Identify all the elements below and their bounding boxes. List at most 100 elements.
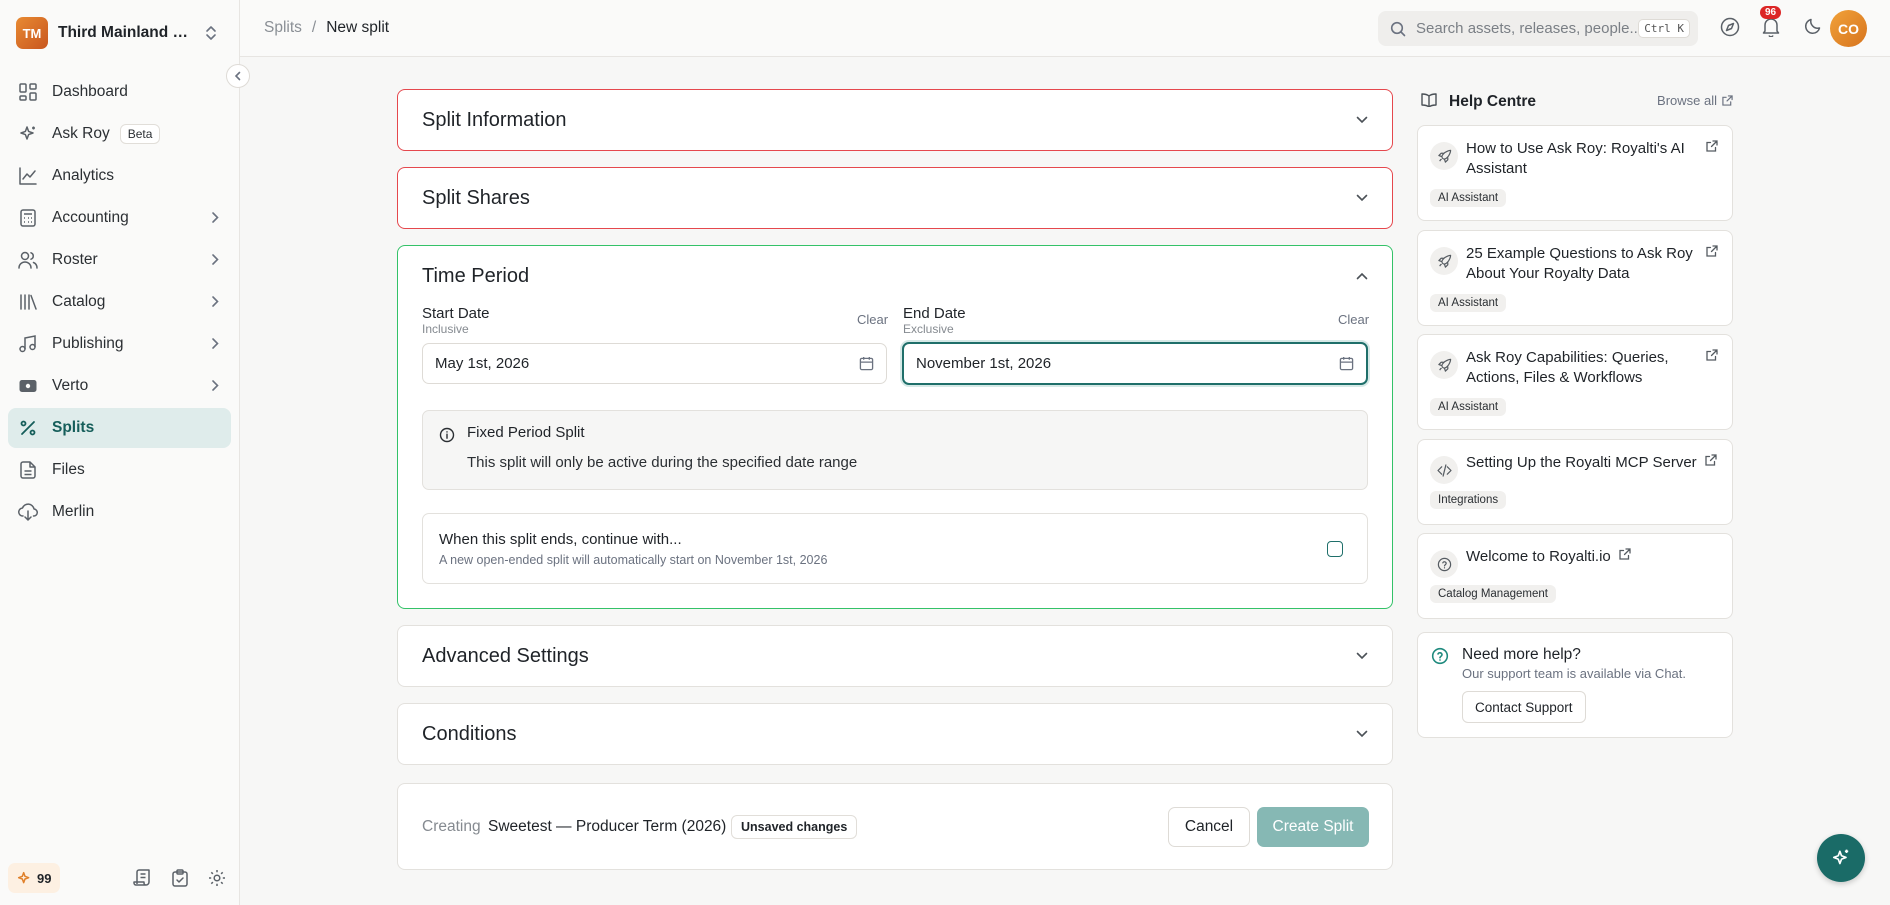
continue-checkbox[interactable] [1327,541,1343,557]
help-article-card[interactable]: Setting Up the Royalti MCP Server Integr… [1417,439,1733,525]
sidebar-item-ask-roy[interactable]: Ask Roy Beta [8,114,231,154]
chevron-down-icon[interactable] [1356,116,1368,124]
external-link-icon [1722,95,1733,106]
section-title: Conditions [422,723,517,745]
sidebar-item-label: Merlin [52,503,95,520]
chevron-down-icon[interactable] [1356,730,1368,738]
section-title: Time Period [422,265,530,287]
sidebar-item-catalog[interactable]: Catalog [8,282,231,322]
end-date-picker[interactable]: November 1st, 2026 [902,342,1368,385]
user-avatar[interactable]: CO [1830,10,1867,47]
help-article-title-text: Welcome to Royalti.io [1466,548,1611,565]
sidebar-item-verto[interactable]: Verto [8,366,231,406]
compass-icon[interactable] [1720,17,1740,37]
percent-icon [18,418,38,438]
external-link-icon[interactable] [1706,140,1718,152]
ai-assistant-fab[interactable] [1817,834,1865,882]
help-article-title: How to Use Ask Roy: Royalti's AI Assista… [1466,140,1685,177]
scroll-icon[interactable] [133,869,152,887]
chevron-up-down-icon [204,25,218,41]
sidebar-item-files[interactable]: Files [8,450,231,490]
rocket-icon [1430,247,1458,275]
chevron-down-icon[interactable] [1356,194,1368,202]
create-split-button[interactable]: Create Split [1257,807,1369,847]
search-icon [1390,21,1406,37]
org-switcher[interactable]: TM Third Mainland Records [8,14,228,52]
start-date-picker[interactable]: May 1st, 2026 [422,343,887,384]
sidebar-item-label: Roster [52,251,98,268]
sidebar-item-splits[interactable]: Splits [8,408,231,448]
clipboard-check-icon[interactable] [172,869,188,887]
help-article-title: Welcome to Royalti.io [1466,547,1736,567]
sidebar-item-label: Analytics [52,167,115,184]
breadcrumb: Splits / New split [264,19,389,37]
sidebar-nav: Dashboard Ask Roy Beta Analytics Account… [8,72,231,534]
help-article-title: 25 Example Questions to Ask Roy About Yo… [1466,245,1693,282]
sidebar-item-label: Catalog [52,293,106,310]
org-avatar: TM [16,17,48,49]
contact-support-button[interactable]: Contact Support [1462,691,1586,723]
topbar: Splits / New split Search assets, releas… [240,0,1890,57]
continue-title: When this split ends, continue with... [439,531,682,548]
support-title: Need more help? [1462,646,1581,663]
split-shares-section[interactable]: Split Shares [397,167,1393,229]
help-article-title-text: Setting Up the Royalti MCP Server [1466,454,1697,471]
sidebar-footer-icons [133,869,232,887]
moon-icon[interactable] [1804,17,1822,35]
cloud-download-icon [18,502,38,522]
sidebar-item-label: Accounting [52,209,129,226]
sidebar-collapse-button[interactable] [226,64,250,88]
external-link-icon[interactable] [1706,245,1718,257]
sidebar-item-accounting[interactable]: Accounting [8,198,231,238]
cancel-button[interactable]: Cancel [1168,807,1250,847]
chevron-down-icon[interactable] [1356,652,1368,660]
gear-icon[interactable] [208,869,226,887]
support-subtitle: Our support team is available via Chat. [1462,666,1686,681]
breadcrumb-splits-link[interactable]: Splits [264,19,302,37]
end-date-clear-button[interactable]: Clear [1338,312,1369,327]
browse-all-link[interactable]: Browse all [1657,93,1733,108]
start-date-hint: Inclusive [422,322,469,336]
sidebar-item-dashboard[interactable]: Dashboard [8,72,231,112]
help-article-card[interactable]: Welcome to Royalti.io Catalog Management [1417,533,1733,619]
help-article-card[interactable]: Ask Roy Capabilities: Queries, Actions, … [1417,334,1733,430]
info-text: This split will only be active during th… [467,454,858,471]
time-period-section: Time Period Start Date Inclusive Clear M… [397,245,1393,609]
section-title: Split Shares [422,187,530,209]
sidebar-item-roster[interactable]: Roster [8,240,231,280]
info-icon [439,427,455,443]
browse-all-label: Browse all [1657,93,1717,108]
credits-count: 99 [37,870,52,886]
end-date-value: November 1st, 2026 [916,355,1052,372]
split-information-section[interactable]: Split Information [397,89,1393,151]
sidebar-item-label: Dashboard [52,83,128,100]
sidebar-item-merlin[interactable]: Merlin [8,492,231,532]
sparkles-icon [18,124,38,144]
help-article-card[interactable]: 25 Example Questions to Ask Roy About Yo… [1417,230,1733,326]
sidebar-item-label: Files [52,461,85,478]
conditions-section[interactable]: Conditions [397,703,1393,765]
section-title: Split Information [422,109,567,131]
start-date-label: Start Date [422,305,490,322]
help-article-card[interactable]: How to Use Ask Roy: Royalti's AI Assista… [1417,125,1733,221]
bell-icon[interactable] [1762,17,1780,37]
library-icon [18,292,38,312]
external-link-icon[interactable] [1706,349,1718,361]
rocket-icon [1430,142,1458,170]
help-article-title: Setting Up the Royalti MCP Server [1466,453,1736,473]
search-input[interactable]: Search assets, releases, people... Ctrl … [1378,11,1698,46]
external-link-icon[interactable] [1705,454,1717,466]
advanced-settings-section[interactable]: Advanced Settings [397,625,1393,687]
credits-badge[interactable]: 99 [8,863,61,893]
sidebar-item-analytics[interactable]: Analytics [8,156,231,196]
breadcrumb-separator: / [311,19,317,36]
start-date-clear-button[interactable]: Clear [857,312,888,327]
continue-subtitle: A new open-ended split will automaticall… [439,553,828,567]
sidebar-item-publishing[interactable]: Publishing [8,324,231,364]
users-icon [18,250,38,270]
continue-split-option[interactable]: When this split ends, continue with... A… [422,513,1368,584]
chevron-up-icon[interactable] [1356,272,1368,280]
form-footer: Creating Sweetest — Producer Term (2026)… [397,783,1393,870]
external-link-icon[interactable] [1619,548,1631,560]
sidebar: TM Third Mainland Records Dashboard Ask … [0,0,240,905]
